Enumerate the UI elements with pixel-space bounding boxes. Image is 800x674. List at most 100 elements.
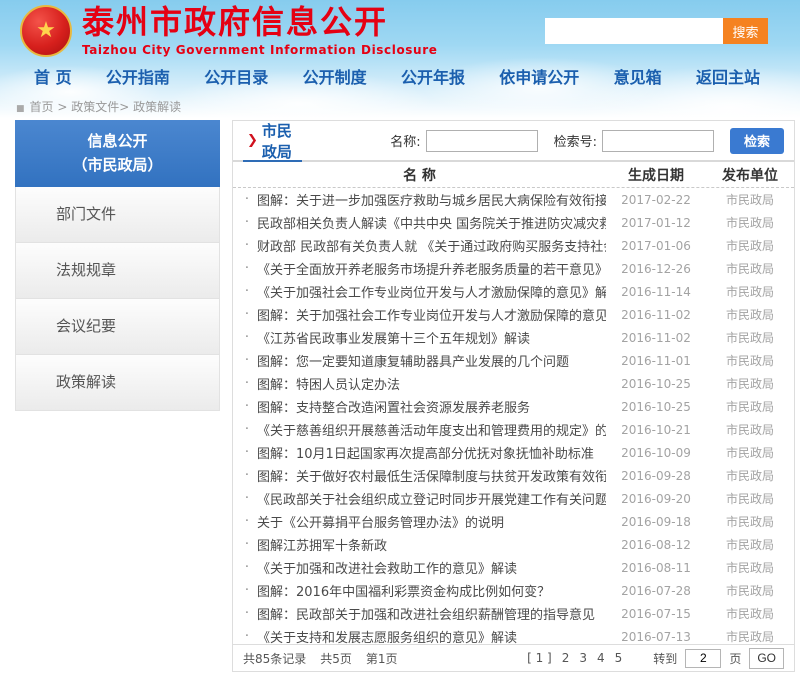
document-title-link[interactable]: 图解江苏拥军十条新政: [253, 535, 606, 554]
main-panel: ❯ 市民政局 名称: 检索号: 检索 名 称 生成日期 发布单位 ·图解：关于进…: [232, 120, 795, 672]
breadcrumb-text: 首页 > 政策文件> 政策解读: [30, 100, 182, 114]
bullet-icon: ·: [241, 330, 253, 345]
document-title-link[interactable]: 图解：2016年中国福利彩票资金构成比例如何变？: [253, 581, 606, 600]
document-date: 2016-11-01: [606, 354, 706, 368]
nav-item-1[interactable]: 公开指南: [106, 64, 170, 88]
page-link-3[interactable]: 3: [579, 651, 587, 665]
nav-item-5[interactable]: 依申请公开: [499, 64, 579, 88]
bullet-icon: ·: [241, 629, 253, 644]
bullet-icon: ·: [241, 192, 253, 207]
document-date: 2016-09-28: [606, 469, 706, 483]
sidebar-item-0[interactable]: 部门文件: [15, 187, 220, 243]
document-title-link[interactable]: 图解：关于加强社会工作专业岗位开发与人才激励保障的意见: [253, 305, 606, 324]
nav-item-0[interactable]: 首 页: [34, 64, 72, 88]
table-row: ·图解：关于进一步加强医疗救助与城乡居民大病保险有效衔接的通知2017-02-2…: [233, 188, 794, 211]
document-unit: 市民政局: [706, 214, 794, 231]
nav-item-3[interactable]: 公开制度: [303, 64, 367, 88]
total-records: 共85条记录: [243, 652, 306, 666]
page-link-2[interactable]: 2: [562, 651, 570, 665]
breadcrumb: ■首页 > 政策文件> 政策解读: [16, 98, 181, 115]
bullet-icon: ·: [241, 261, 253, 276]
nav-item-4[interactable]: 公开年报: [401, 64, 465, 88]
nav-item-2[interactable]: 公开目录: [204, 64, 268, 88]
document-unit: 市民政局: [706, 628, 794, 644]
section-tab-label: 市民政局: [262, 120, 298, 162]
table-row: ·《关于加强和改进社会救助工作的意见》解读2016-08-11市民政局: [233, 556, 794, 579]
document-title-link[interactable]: 图解：特困人员认定办法: [253, 374, 606, 393]
code-filter-input[interactable]: [602, 130, 714, 152]
sidebar-header: 信息公开 （市民政局）: [15, 120, 220, 187]
bullet-icon: ·: [241, 606, 253, 621]
document-title-link[interactable]: 《关于加强社会工作专业岗位开发与人才激励保障的意见》解读: [253, 282, 606, 301]
table-row: ·图解：民政部关于加强和改进社会组织薪酬管理的指导意见2016-07-15市民政…: [233, 602, 794, 625]
bullet-icon: ·: [241, 468, 253, 483]
sidebar-item-1[interactable]: 法规规章: [15, 243, 220, 299]
table-row: ·图解：2016年中国福利彩票资金构成比例如何变？2016-07-28市民政局: [233, 579, 794, 602]
document-date: 2017-01-12: [606, 216, 706, 230]
table-row: ·图解：特困人员认定办法2016-10-25市民政局: [233, 372, 794, 395]
document-title-link[interactable]: 图解：支持整合改造闲置社会资源发展养老服务: [253, 397, 606, 416]
filter-bar: ❯ 市民政局 名称: 检索号: 检索: [233, 121, 794, 162]
document-date: 2016-08-12: [606, 538, 706, 552]
document-title-link[interactable]: 《关于加强和改进社会救助工作的意见》解读: [253, 558, 606, 577]
document-date: 2017-01-06: [606, 239, 706, 253]
sidebar-title-line1: 信息公开: [15, 129, 220, 153]
document-unit: 市民政局: [706, 444, 794, 461]
table-row: ·《江苏省民政事业发展第十三个五年规划》解读2016-11-02市民政局: [233, 326, 794, 349]
sidebar-item-2[interactable]: 会议纪要: [15, 299, 220, 355]
goto-page-input[interactable]: [685, 649, 721, 668]
bullet-icon: ·: [241, 215, 253, 230]
document-title-link[interactable]: 图解：10月1日起国家再次提高部分优抚对象抚恤补助标准: [253, 443, 606, 462]
top-search: 搜索: [545, 18, 768, 44]
table-row: ·《关于加强社会工作专业岗位开发与人才激励保障的意见》解读2016-11-14市…: [233, 280, 794, 303]
document-title-link[interactable]: 《民政部关于社会组织成立登记时同步开展党建工作有关问题的通知...: [253, 489, 606, 508]
document-title-link[interactable]: 《关于慈善组织开展慈善活动年度支出和管理费用的规定》的说明: [253, 420, 606, 439]
nav-item-7[interactable]: 返回主站: [696, 64, 760, 88]
document-title-link[interactable]: 财政部 民政部有关负责人就 《关于通过政府购买服务支持社会组...: [253, 236, 606, 255]
bullet-icon: ·: [241, 238, 253, 253]
nav-item-6[interactable]: 意见箱: [614, 64, 662, 88]
document-title-link[interactable]: 《关于支持和发展志愿服务组织的意见》解读: [253, 627, 606, 644]
document-unit: 市民政局: [706, 329, 794, 346]
document-title-link[interactable]: 关于《公开募捐平台服务管理办法》的说明: [253, 512, 606, 531]
document-title-link[interactable]: 《江苏省民政事业发展第十三个五年规划》解读: [253, 328, 606, 347]
document-title-link[interactable]: 图解：您一定要知道康复辅助器具产业发展的几个问题: [253, 351, 606, 370]
sidebar-item-3[interactable]: 政策解读: [15, 355, 220, 411]
name-filter-input[interactable]: [426, 130, 538, 152]
page-link-5[interactable]: 5: [615, 651, 623, 665]
page-link-4[interactable]: 4: [597, 651, 605, 665]
document-date: 2016-08-11: [606, 561, 706, 575]
top-search-input[interactable]: [545, 18, 723, 44]
document-unit: 市民政局: [706, 490, 794, 507]
document-date: 2017-02-22: [606, 193, 706, 207]
total-pages: 共5页: [320, 652, 352, 666]
go-button[interactable]: GO: [749, 648, 784, 669]
document-date: 2016-11-02: [606, 331, 706, 345]
document-title-link[interactable]: 图解：民政部关于加强和改进社会组织薪酬管理的指导意见: [253, 604, 606, 623]
document-title-link[interactable]: 图解：关于做好农村最低生活保障制度与扶贫开发政策有效衔接的指...: [253, 466, 606, 485]
document-unit: 市民政局: [706, 605, 794, 622]
table-row: ·图解江苏拥军十条新政2016-08-12市民政局: [233, 533, 794, 556]
filter-search-button[interactable]: 检索: [730, 128, 784, 154]
document-date: 2016-10-25: [606, 377, 706, 391]
bullet-icon: ·: [241, 422, 253, 437]
document-date: 2016-07-28: [606, 584, 706, 598]
section-tab-shiminzhengju[interactable]: ❯ 市民政局: [243, 121, 302, 162]
document-title-link[interactable]: 《关于全面放开养老服务市场提升养老服务质量的若干意见》解读: [253, 259, 606, 278]
top-search-button[interactable]: 搜索: [723, 18, 768, 44]
table-row: ·民政部相关负责人解读《中共中央 国务院关于推进防灾减灾救灾体...2017-0…: [233, 211, 794, 234]
document-date: 2016-07-13: [606, 630, 706, 644]
document-title-link[interactable]: 民政部相关负责人解读《中共中央 国务院关于推进防灾减灾救灾体...: [253, 213, 606, 232]
page-link-current: [ 1 ]: [527, 651, 552, 665]
column-header-title: 名 称: [233, 165, 606, 185]
bullet-icon: ·: [241, 284, 253, 299]
bullet-icon: ·: [241, 514, 253, 529]
column-header-unit: 发布单位: [706, 165, 794, 185]
document-unit: 市民政局: [706, 260, 794, 277]
document-title-link[interactable]: 图解：关于进一步加强医疗救助与城乡居民大病保险有效衔接的通知: [253, 190, 606, 209]
document-unit: 市民政局: [706, 513, 794, 530]
sidebar: 信息公开 （市民政局） 部门文件法规规章会议纪要政策解读: [15, 120, 220, 411]
bullet-icon: ·: [241, 353, 253, 368]
document-unit: 市民政局: [706, 191, 794, 208]
filters: 名称: 检索号: 检索: [390, 128, 784, 154]
